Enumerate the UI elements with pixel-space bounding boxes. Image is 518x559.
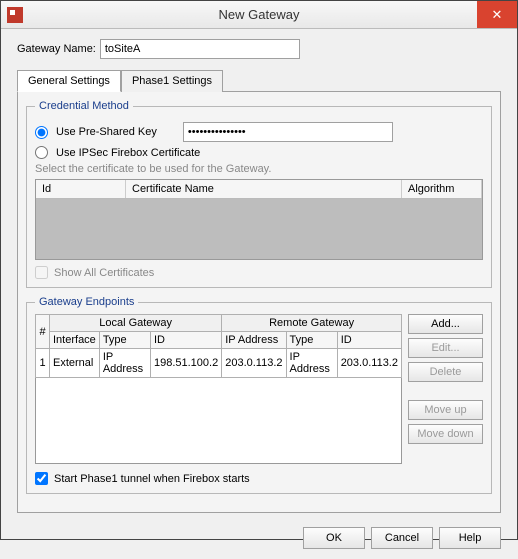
psk-input[interactable] <box>183 122 393 142</box>
gateway-endpoints-group: Gateway Endpoints # Local Gateway Remote… <box>26 296 492 494</box>
endpoints-table[interactable]: # Local Gateway Remote Gateway Interface… <box>35 314 402 378</box>
move-down-button[interactable]: Move down <box>408 424 483 444</box>
col-local-id[interactable]: ID <box>150 332 221 349</box>
cancel-button[interactable]: Cancel <box>371 527 433 549</box>
col-group-remote: Remote Gateway <box>222 315 402 332</box>
radio-use-psk-label: Use Pre-Shared Key <box>56 126 157 138</box>
cert-col-algo[interactable]: Algorithm <box>402 180 482 198</box>
cert-col-id[interactable]: Id <box>36 180 126 198</box>
help-button[interactable]: Help <box>439 527 501 549</box>
dialog-footer: OK Cancel Help <box>1 519 517 559</box>
move-up-button[interactable]: Move up <box>408 400 483 420</box>
cell-remote-ip: 203.0.113.2 <box>222 349 286 378</box>
credential-method-legend: Credential Method <box>35 100 133 112</box>
gateway-endpoints-legend: Gateway Endpoints <box>35 296 138 308</box>
tab-phase1-settings[interactable]: Phase1 Settings <box>121 70 223 92</box>
cert-table: Id Certificate Name Algorithm <box>35 179 483 260</box>
cell-local-id: 198.51.100.2 <box>150 349 221 378</box>
radio-use-cert-label: Use IPSec Firebox Certificate <box>56 147 200 159</box>
col-local-interface[interactable]: Interface <box>50 332 100 349</box>
ok-button[interactable]: OK <box>303 527 365 549</box>
close-icon: ✕ <box>492 7 503 23</box>
col-local-type[interactable]: Type <box>99 332 150 349</box>
cell-remote-id: 203.0.113.2 <box>337 349 401 378</box>
cert-col-name[interactable]: Certificate Name <box>126 180 402 198</box>
col-remote-ip[interactable]: IP Address <box>222 332 286 349</box>
titlebar: New Gateway ✕ <box>1 1 517 29</box>
credential-method-group: Credential Method Use Pre-Shared Key Use… <box>26 100 492 288</box>
cert-hint: Select the certificate to be used for th… <box>35 163 483 175</box>
edit-button[interactable]: Edit... <box>408 338 483 358</box>
table-row[interactable]: 1 External IP Address 198.51.100.2 203.0… <box>36 349 402 378</box>
add-button[interactable]: Add... <box>408 314 483 334</box>
col-remote-type[interactable]: Type <box>286 332 337 349</box>
col-hash: # <box>36 315 50 349</box>
cell-remote-type: IP Address <box>286 349 337 378</box>
gateway-name-input[interactable] <box>100 39 300 59</box>
start-phase1-label: Start Phase1 tunnel when Firebox starts <box>54 473 250 485</box>
endpoints-table-empty[interactable] <box>35 378 402 464</box>
tabs: General Settings Phase1 Settings <box>17 69 501 92</box>
cell-local-type: IP Address <box>99 349 150 378</box>
cell-local-interface: External <box>50 349 100 378</box>
window-title: New Gateway <box>1 7 517 22</box>
start-phase1-checkbox[interactable] <box>35 472 48 485</box>
gateway-name-label: Gateway Name: <box>17 43 96 55</box>
delete-button[interactable]: Delete <box>408 362 483 382</box>
radio-use-psk[interactable] <box>35 126 48 139</box>
show-all-certs-checkbox <box>35 266 48 279</box>
tab-general-settings[interactable]: General Settings <box>17 70 121 92</box>
col-group-local: Local Gateway <box>50 315 222 332</box>
cert-table-body[interactable] <box>36 199 482 259</box>
app-icon <box>7 7 23 23</box>
close-button[interactable]: ✕ <box>477 1 517 28</box>
radio-use-cert[interactable] <box>35 146 48 159</box>
show-all-certs-label: Show All Certificates <box>54 267 154 279</box>
cell-num: 1 <box>36 349 50 378</box>
col-remote-id[interactable]: ID <box>337 332 401 349</box>
